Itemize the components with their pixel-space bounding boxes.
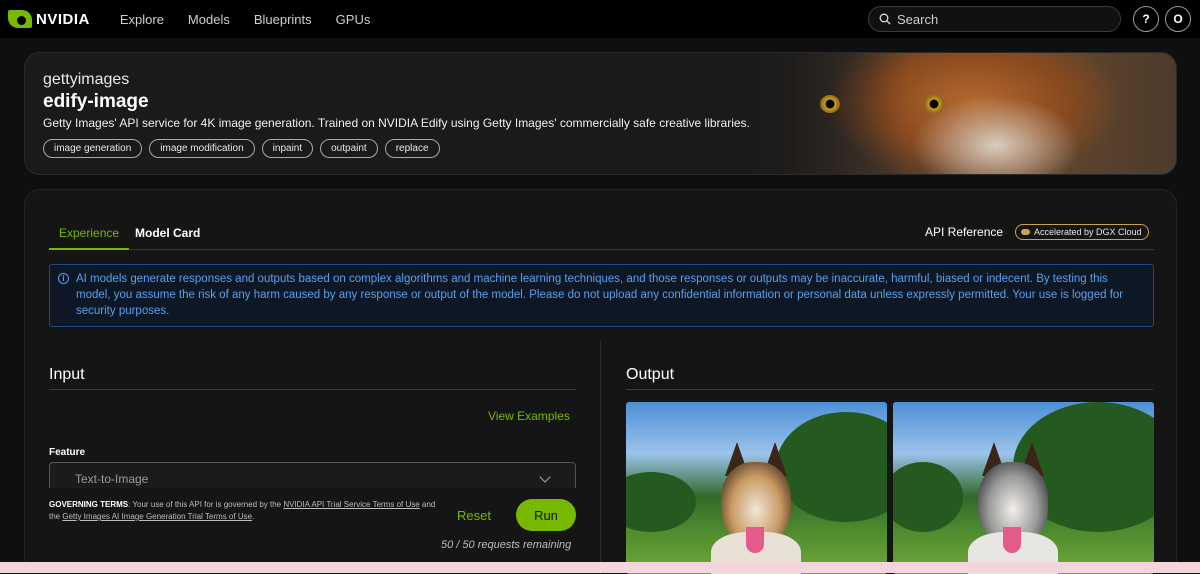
disclaimer-text: AI models generate responses and outputs… [76, 273, 1124, 317]
model-tags: image generation image modification inpa… [43, 139, 447, 158]
governing-terms-text-3: . [252, 512, 255, 521]
nav-links: Explore Models Blueprints GPUs [120, 12, 394, 27]
tab-model-card[interactable]: Model Card [135, 226, 200, 250]
top-navigation: NVIDIA Explore Models Blueprints GPUs ? … [0, 0, 1200, 38]
os-taskbar [0, 562, 1200, 573]
getty-terms-link[interactable]: Getty Images AI Image Generation Trial T… [62, 512, 252, 521]
output-title-divider [626, 389, 1153, 390]
model-playground-panel: Experience Model Card API Reference Acce… [24, 189, 1177, 574]
nav-link-models[interactable]: Models [188, 12, 230, 27]
feature-label: Feature [49, 447, 86, 458]
column-divider [600, 340, 601, 574]
publisher-name: gettyimages [43, 71, 130, 88]
tag-outpaint[interactable]: outpaint [320, 139, 378, 158]
feature-select-value: Text-to-Image [75, 472, 149, 486]
input-title-divider [49, 389, 576, 390]
nvidia-eye-icon [8, 10, 32, 28]
help-button[interactable]: ? [1133, 6, 1159, 32]
dog-tongue [746, 527, 764, 553]
input-title: Input [49, 366, 85, 383]
reset-button[interactable]: Reset [457, 508, 491, 523]
info-icon: i [58, 273, 69, 284]
governing-terms-text-1: : Your use of this API for is governed b… [128, 500, 284, 509]
nav-link-gpus[interactable]: GPUs [336, 12, 371, 27]
output-title: Output [626, 366, 675, 383]
user-avatar-button[interactable]: O [1165, 6, 1191, 32]
tab-experience[interactable]: Experience [49, 226, 130, 250]
governing-terms: GOVERNING TERMS: Your use of this API fo… [49, 499, 439, 523]
dog-figure [968, 442, 1058, 574]
run-button[interactable]: Run [516, 499, 576, 531]
search-icon [879, 13, 891, 25]
model-description: Getty Images' API service for 4K image g… [43, 116, 750, 130]
tag-image-generation[interactable]: image generation [43, 139, 143, 158]
search-box[interactable] [868, 6, 1121, 32]
tag-replace[interactable]: replace [384, 139, 440, 158]
api-reference-link[interactable]: API Reference [925, 225, 1003, 239]
fox-banner-image [726, 53, 1176, 174]
nvidia-terms-link[interactable]: NVIDIA API Trial Service Terms of Use [283, 500, 419, 509]
fox-eye-left [820, 95, 840, 113]
requests-remaining: 50 / 50 requests remaining [441, 539, 572, 551]
dog-tongue [1003, 527, 1021, 553]
tag-image-modification[interactable]: image modification [149, 139, 255, 158]
output-image-2[interactable] [893, 402, 1154, 574]
view-examples-link[interactable]: View Examples [488, 409, 570, 423]
nvidia-logo[interactable]: NVIDIA [8, 10, 90, 28]
cloud-icon [1021, 229, 1030, 235]
tag-inpaint[interactable]: inpaint [261, 139, 314, 158]
fox-eye-right [924, 95, 944, 113]
disclaimer-notice: i AI models generate responses and outpu… [49, 264, 1154, 327]
nav-link-explore[interactable]: Explore [120, 12, 164, 27]
dgx-cloud-label: Accelerated by DGX Cloud [1034, 227, 1142, 237]
search-input[interactable] [897, 11, 1097, 27]
output-image-1[interactable] [626, 402, 887, 574]
model-title: edify-image [43, 91, 149, 112]
dog-figure [711, 442, 801, 574]
tree-shape [893, 462, 963, 532]
nav-link-blueprints[interactable]: Blueprints [254, 12, 312, 27]
brand-name: NVIDIA [36, 10, 90, 28]
tree-shape [626, 472, 696, 532]
dgx-cloud-badge: Accelerated by DGX Cloud [1015, 224, 1149, 240]
model-hero-banner: gettyimages edify-image Getty Images' AP… [24, 52, 1177, 175]
chevron-down-icon [539, 471, 551, 483]
governing-terms-label: GOVERNING TERMS [49, 500, 129, 509]
